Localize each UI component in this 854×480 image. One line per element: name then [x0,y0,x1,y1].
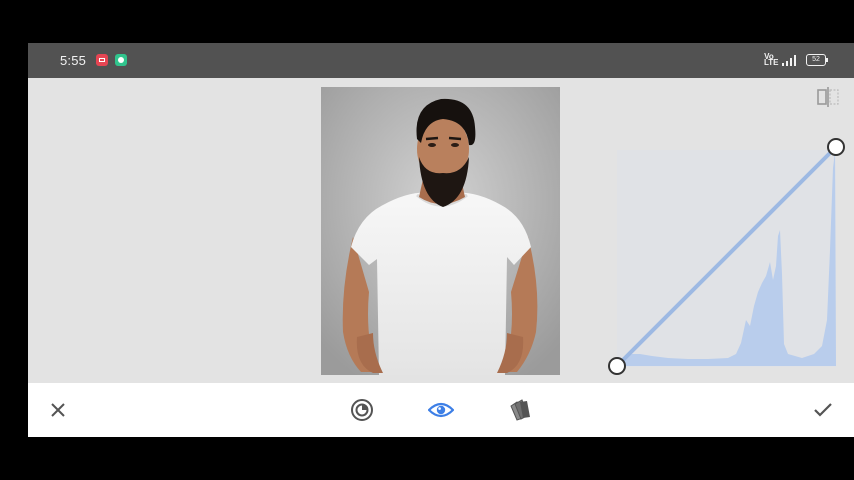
curves-preset-icon [351,399,373,421]
signal-icon [782,55,796,66]
tone-curve-line [615,145,838,368]
status-bar: 5:55 Vo LTE 52 [28,43,854,78]
battery-icon: 52 [806,54,828,66]
curve-point-black[interactable] [608,357,626,375]
checkmark-icon [814,403,832,417]
curve-point-white[interactable] [827,138,845,156]
status-time: 5:55 [60,53,87,68]
cancel-button[interactable] [45,397,71,423]
apply-button[interactable] [810,397,836,423]
volte-indicator: Vo LTE [764,52,779,67]
curve-area[interactable] [617,150,836,367]
close-icon [51,403,65,417]
editor-canvas [28,78,854,383]
color-channel-button[interactable] [507,397,533,423]
edited-photo[interactable] [321,87,560,375]
eye-icon [428,402,454,418]
compare-icon[interactable] [817,87,839,107]
screen-recorder-icon [96,54,108,66]
app-screen: 5:55 Vo LTE 52 [28,43,854,437]
luminance-histogram [618,152,836,366]
curves-preset-button[interactable] [349,397,375,423]
chat-notification-icon [115,54,127,66]
color-channel-icon [510,399,530,421]
view-toggle-button[interactable] [428,397,454,423]
bottom-toolbar [28,383,854,437]
